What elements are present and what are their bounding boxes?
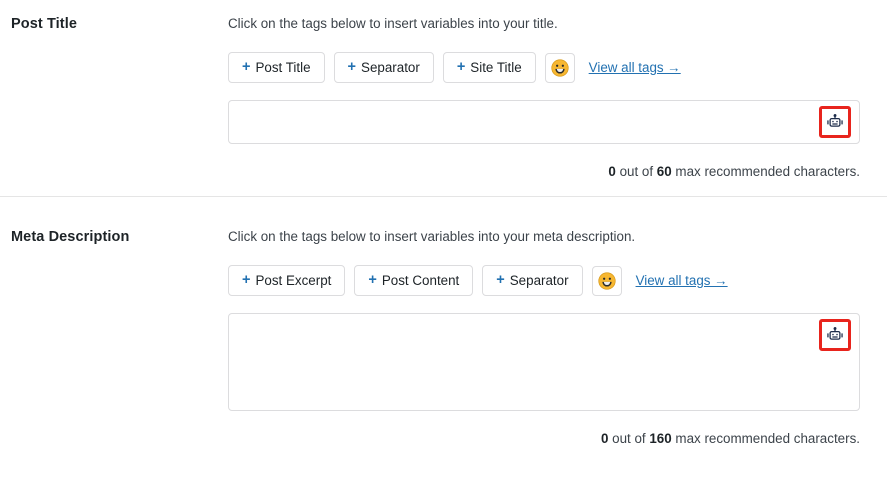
tag-button-label: Post Title (255, 60, 310, 75)
post-title-char-count: 0 out of 60 max recommended characters. (228, 164, 860, 179)
robot-icon (826, 326, 844, 344)
meta-description-field-wrapper (228, 313, 860, 411)
meta-description-section: Meta Description Click on the tags below… (0, 219, 887, 446)
tag-button-label: Site Title (470, 60, 521, 75)
char-count-suffix: max recommended characters. (672, 431, 860, 446)
meta-description-char-count: 0 out of 160 max recommended characters. (228, 431, 860, 446)
plus-icon: + (348, 60, 356, 75)
plus-icon: + (457, 60, 465, 75)
post-title-section: Post Title Click on the tags below to in… (0, 6, 887, 179)
meta-description-tag-row: + Post Excerpt + Post Content + Separato… (228, 265, 860, 296)
plus-icon: + (496, 273, 504, 288)
view-all-tags-link[interactable]: View all tags → (636, 273, 728, 288)
meta-description-label-column: Meta Description (0, 219, 228, 446)
meta-description-textarea[interactable] (228, 313, 860, 411)
meta-description-title: Meta Description (11, 227, 228, 247)
plus-icon: + (242, 60, 250, 75)
char-count-middle: out of (608, 431, 649, 446)
tag-button-label: Separator (510, 273, 569, 288)
post-title-field-wrapper (228, 100, 860, 144)
tag-button-label: Post Excerpt (255, 273, 331, 288)
tag-button-separator[interactable]: + Separator (482, 265, 582, 296)
robot-icon (826, 113, 844, 131)
tag-button-label: Post Content (382, 273, 459, 288)
post-title-input[interactable] (228, 100, 860, 144)
tag-button-label: Separator (361, 60, 420, 75)
char-count-current: 0 (608, 164, 615, 179)
post-title-tag-row: + Post Title + Separator + Site Title (228, 52, 860, 83)
smiley-face-icon (598, 272, 616, 290)
ai-generate-title-button[interactable] (819, 106, 851, 138)
ai-generate-description-button[interactable] (819, 319, 851, 351)
tag-button-post-excerpt[interactable]: + Post Excerpt (228, 265, 345, 296)
emoji-picker-button[interactable] (592, 266, 622, 296)
tag-button-post-title[interactable]: + Post Title (228, 52, 325, 83)
page-title: Post Title (11, 14, 228, 34)
tag-button-post-content[interactable]: + Post Content (354, 265, 473, 296)
meta-description-hint: Click on the tags below to insert variab… (228, 227, 860, 247)
char-count-max: 60 (657, 164, 672, 179)
char-count-max: 160 (649, 431, 671, 446)
tag-button-site-title[interactable]: + Site Title (443, 52, 536, 83)
smiley-face-icon (551, 59, 569, 77)
char-count-middle: out of (616, 164, 657, 179)
plus-icon: + (242, 273, 250, 288)
view-all-tags-link[interactable]: View all tags → (589, 60, 681, 75)
tag-button-separator[interactable]: + Separator (334, 52, 434, 83)
post-title-hint: Click on the tags below to insert variab… (228, 14, 860, 34)
post-title-body: Click on the tags below to insert variab… (228, 6, 887, 179)
plus-icon: + (368, 273, 376, 288)
meta-description-body: Click on the tags below to insert variab… (228, 219, 887, 446)
char-count-suffix: max recommended characters. (672, 164, 860, 179)
emoji-picker-button[interactable] (545, 53, 575, 83)
post-title-label-column: Post Title (0, 6, 228, 179)
